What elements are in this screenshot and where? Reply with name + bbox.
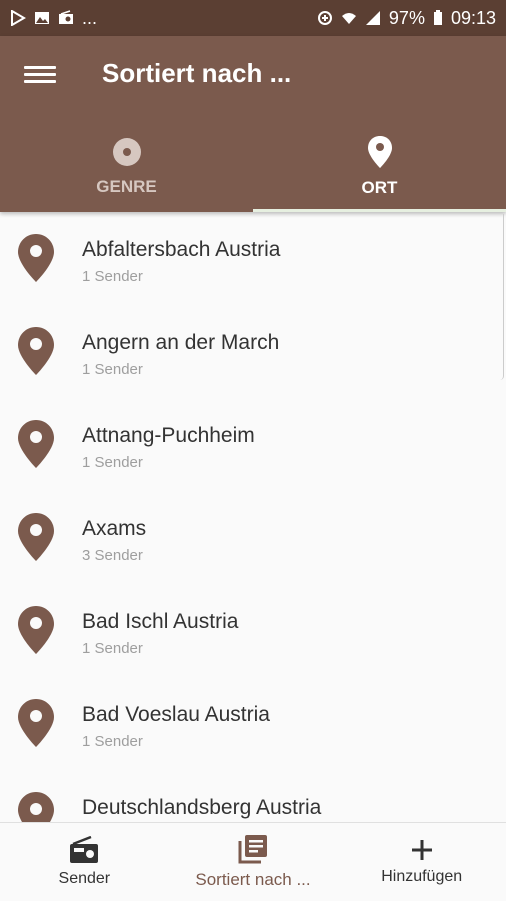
list-item-title: Deutschlandsberg Austria bbox=[82, 796, 322, 819]
location-pin-icon bbox=[367, 136, 392, 168]
list-item-text: Bad Voeslau Austria 1 Sender bbox=[82, 699, 270, 750]
list-item-title: Bad Voeslau Austria bbox=[82, 703, 270, 726]
scrollbar[interactable] bbox=[499, 214, 504, 380]
tab-genre[interactable]: GENRE bbox=[0, 122, 253, 212]
signal-icon bbox=[365, 11, 380, 25]
list-item-subtitle: 1 Sender bbox=[82, 640, 143, 657]
list-item-subtitle: 1 Sender bbox=[82, 454, 143, 471]
play-store-icon bbox=[11, 10, 26, 26]
list-item[interactable]: Bad Ischl Austria 1 Sender bbox=[0, 584, 500, 677]
data-saver-icon bbox=[317, 11, 332, 25]
disc-icon bbox=[112, 138, 141, 166]
location-list: Abfaltersbach Austria 1 Sender Angern an… bbox=[0, 212, 500, 822]
image-icon bbox=[35, 12, 49, 24]
battery-icon bbox=[433, 10, 442, 25]
list-item[interactable]: Abfaltersbach Austria 1 Sender bbox=[0, 212, 500, 305]
menu-button[interactable] bbox=[24, 62, 56, 88]
list-item-title: Axams bbox=[82, 517, 147, 540]
list-item-text: Deutschlandsberg Austria bbox=[82, 792, 321, 822]
location-pin-icon bbox=[18, 420, 54, 468]
bottom-navigation: Sender Sortiert nach ... Hinzufügen bbox=[0, 822, 506, 901]
hamburger-line bbox=[24, 80, 56, 83]
list-item-text: Attnang-Puchheim 1 Sender bbox=[82, 420, 255, 471]
nav-sender-label: Sender bbox=[58, 870, 111, 887]
list-item-title: Abfaltersbach Austria bbox=[82, 238, 281, 261]
nav-hinzufuegen-label: Hinzufügen bbox=[381, 868, 463, 885]
tab-ort-label: ORT bbox=[361, 178, 398, 197]
radio-icon bbox=[70, 836, 99, 863]
list-item-subtitle: 1 Sender bbox=[82, 268, 143, 285]
nav-sender[interactable]: Sender bbox=[0, 823, 169, 901]
list-item-subtitle: 1 Sender bbox=[82, 733, 143, 750]
library-icon bbox=[238, 835, 267, 864]
list-item-text: Bad Ischl Austria 1 Sender bbox=[82, 606, 238, 657]
list-item[interactable]: Bad Voeslau Austria 1 Sender bbox=[0, 677, 500, 770]
status-left: ... bbox=[10, 8, 97, 29]
list-item-title: Attnang-Puchheim bbox=[82, 424, 255, 447]
list-item-text: Abfaltersbach Austria 1 Sender bbox=[82, 234, 280, 285]
nav-sortiert-label: Sortiert nach ... bbox=[195, 870, 311, 889]
status-more-text: ... bbox=[82, 7, 98, 28]
location-pin-icon bbox=[18, 606, 54, 654]
list-item-text: Angern an der March 1 Sender bbox=[82, 327, 279, 378]
hamburger-line bbox=[24, 73, 56, 76]
tab-ort[interactable]: ORT bbox=[253, 122, 506, 212]
list-item[interactable]: Angern an der March 1 Sender bbox=[0, 305, 500, 398]
location-pin-icon bbox=[18, 513, 54, 561]
location-pin-icon bbox=[18, 327, 54, 375]
list-item-subtitle: 1 Sender bbox=[82, 361, 143, 378]
list-item[interactable]: Deutschlandsberg Austria bbox=[0, 770, 500, 822]
list-item-title: Bad Ischl Austria bbox=[82, 610, 239, 633]
wifi-icon bbox=[341, 13, 356, 24]
status-bar: ... 97% 09:13 bbox=[0, 0, 506, 36]
battery-percent: 97% bbox=[388, 7, 425, 28]
hamburger-line bbox=[24, 66, 56, 69]
page-title: Sortiert nach ... bbox=[102, 58, 292, 88]
list-item-subtitle: 3 Sender bbox=[82, 547, 143, 564]
clock: 09:13 bbox=[450, 7, 496, 28]
nav-sortiert[interactable]: Sortiert nach ... bbox=[169, 823, 338, 901]
status-right: 97% 09:13 bbox=[317, 8, 496, 29]
list-item[interactable]: Attnang-Puchheim 1 Sender bbox=[0, 398, 500, 491]
list-item[interactable]: Axams 3 Sender bbox=[0, 491, 500, 584]
tab-bar: GENRE ORT bbox=[0, 122, 506, 212]
app-bar: Sortiert nach ... GENRE ORT bbox=[0, 36, 506, 212]
list-item-text: Axams 3 Sender bbox=[82, 513, 146, 564]
plus-icon bbox=[411, 840, 432, 860]
location-pin-icon bbox=[18, 234, 54, 282]
nav-hinzufuegen[interactable]: Hinzufügen bbox=[337, 823, 506, 901]
location-pin-icon bbox=[18, 792, 54, 822]
tab-genre-label: GENRE bbox=[96, 177, 157, 196]
radio-small-icon bbox=[59, 10, 73, 24]
location-pin-icon bbox=[18, 699, 54, 747]
list-item-title: Angern an der March bbox=[82, 331, 280, 354]
